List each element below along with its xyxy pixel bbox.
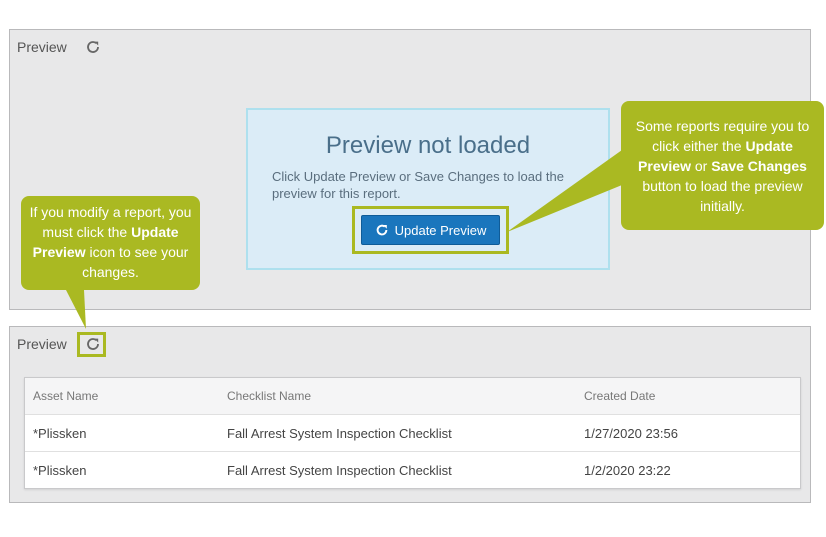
callout-text: icon to see your changes. [82, 244, 189, 280]
callout-bold: Save Changes [711, 158, 807, 174]
callout-update-preview-button: Some reports require you to click either… [621, 101, 824, 230]
callout-update-preview-icon: If you modify a report, you must click t… [21, 196, 200, 290]
left-callout-pointer [66, 290, 86, 329]
callout-text: or [690, 158, 712, 174]
right-callout-pointer [507, 150, 622, 232]
callout-text: button to load the preview initially. [642, 178, 803, 214]
